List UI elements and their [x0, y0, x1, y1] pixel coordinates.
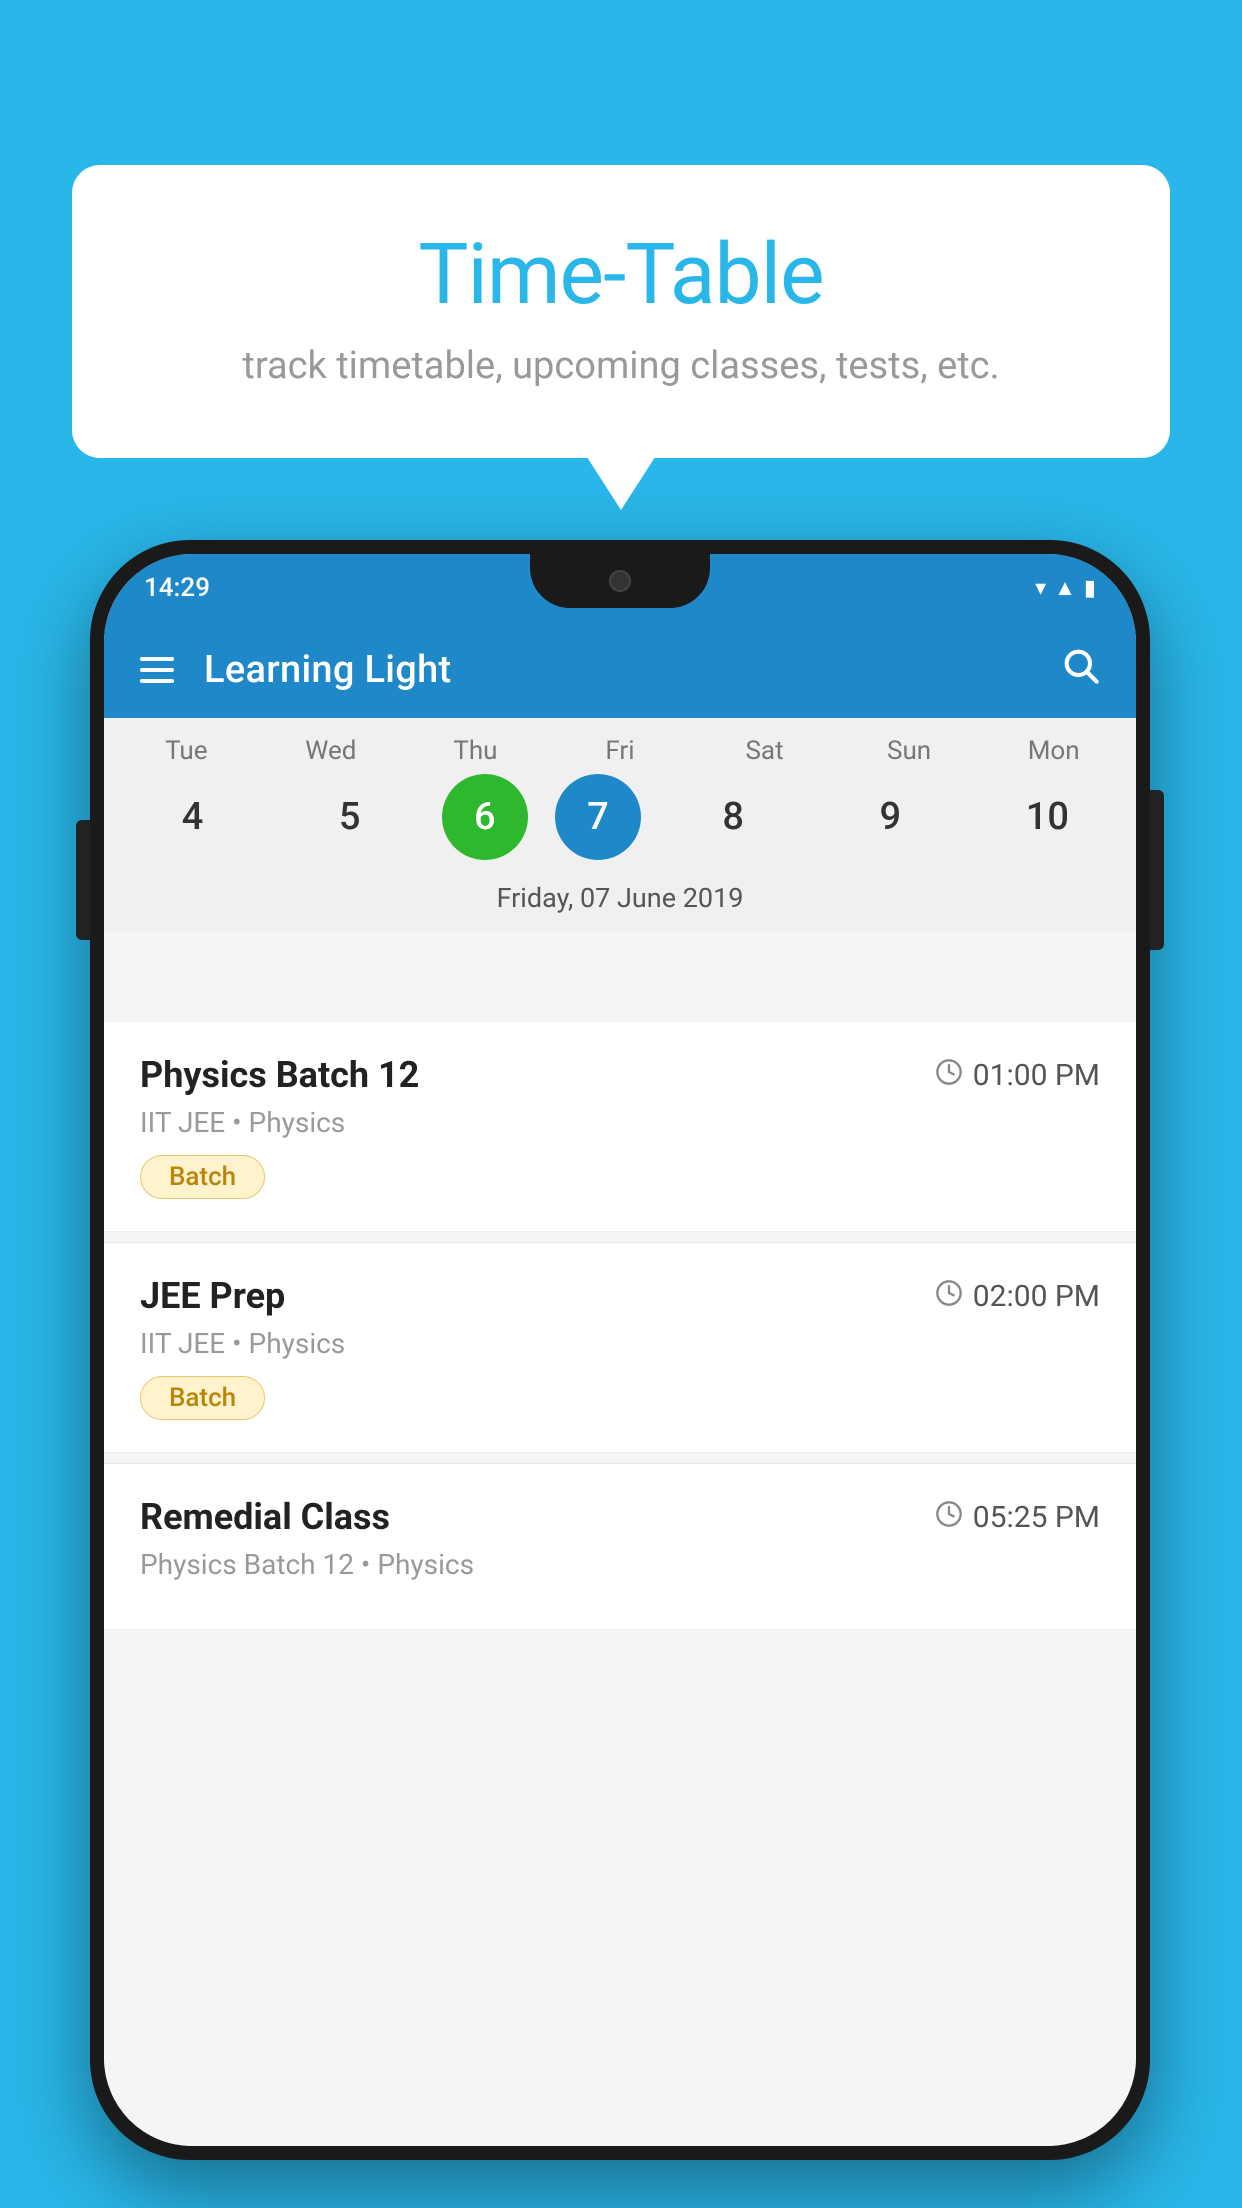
phone-outer: 14:29 ▾ ▲ ▮ Learning Light [90, 540, 1150, 2160]
event-time-3: 05:25 PM [935, 1500, 1100, 1535]
event-header-2: JEE Prep 02:00 PM [140, 1275, 1100, 1317]
event-card-1[interactable]: Physics Batch 12 01:00 PM IIT JEE • P [104, 1022, 1136, 1232]
date-8[interactable]: 8 [668, 774, 798, 860]
event-header-3: Remedial Class 05:25 PM [140, 1496, 1100, 1538]
battery-icon: ▮ [1084, 576, 1096, 601]
menu-button[interactable] [140, 657, 174, 683]
date-5[interactable]: 5 [285, 774, 415, 860]
tooltip-card: Time-Table track timetable, upcoming cla… [72, 165, 1170, 458]
event-time-text-3: 05:25 PM [973, 1500, 1100, 1535]
camera [609, 570, 631, 592]
date-10[interactable]: 10 [982, 774, 1112, 860]
dates-row: 4 5 6 7 8 9 10 [104, 770, 1136, 874]
event-time-1: 01:00 PM [935, 1058, 1100, 1093]
calendar-strip: Tue Wed Thu Fri Sat Sun Mon 4 5 6 7 8 9 … [104, 718, 1136, 932]
event-header-1: Physics Batch 12 01:00 PM [140, 1054, 1100, 1096]
day-fri: Fri [555, 736, 685, 766]
clock-icon-2 [935, 1279, 963, 1314]
batch-badge-1: Batch [140, 1155, 265, 1199]
event-name-2: JEE Prep [140, 1275, 285, 1317]
clock-icon-3 [935, 1500, 963, 1535]
day-wed: Wed [266, 736, 396, 766]
day-tue: Tue [121, 736, 251, 766]
event-category-3: Physics Batch 12 • Physics [140, 1548, 1100, 1581]
day-sun: Sun [844, 736, 974, 766]
event-category-2: IIT JEE • Physics [140, 1327, 1100, 1360]
search-button[interactable] [1060, 645, 1100, 695]
event-card-2[interactable]: JEE Prep 02:00 PM IIT JEE • Physics [104, 1243, 1136, 1453]
event-time-2: 02:00 PM [935, 1279, 1100, 1314]
signal-icon: ▲ [1054, 575, 1076, 601]
status-time: 14:29 [144, 573, 210, 603]
day-sat: Sat [700, 736, 830, 766]
date-4[interactable]: 4 [128, 774, 258, 860]
event-category-1: IIT JEE • Physics [140, 1106, 1100, 1139]
status-icons: ▾ ▲ ▮ [1035, 575, 1096, 601]
day-mon: Mon [989, 736, 1119, 766]
tooltip-title: Time-Table [152, 225, 1090, 324]
notch [530, 554, 710, 608]
status-bar: 14:29 ▾ ▲ ▮ [104, 554, 1136, 622]
events-list: Physics Batch 12 01:00 PM IIT JEE • P [104, 1022, 1136, 2146]
event-time-text-2: 02:00 PM [973, 1279, 1100, 1314]
day-thu: Thu [410, 736, 540, 766]
event-time-text-1: 01:00 PM [973, 1058, 1100, 1093]
event-card-3[interactable]: Remedial Class 05:25 PM Physics Batch [104, 1464, 1136, 1630]
date-7-selected[interactable]: 7 [555, 774, 641, 860]
phone-screen: 14:29 ▾ ▲ ▮ Learning Light [104, 554, 1136, 2146]
event-name-3: Remedial Class [140, 1496, 390, 1538]
phone-mockup: 14:29 ▾ ▲ ▮ Learning Light [90, 540, 1150, 2160]
batch-badge-2: Batch [140, 1376, 265, 1420]
wifi-icon: ▾ [1035, 576, 1046, 601]
selected-date-label: Friday, 07 June 2019 [104, 874, 1136, 932]
app-bar: Learning Light [104, 622, 1136, 718]
days-row: Tue Wed Thu Fri Sat Sun Mon [104, 718, 1136, 770]
date-9[interactable]: 9 [825, 774, 955, 860]
app-title: Learning Light [204, 648, 1030, 692]
clock-icon-1 [935, 1058, 963, 1093]
event-name-1: Physics Batch 12 [140, 1054, 419, 1096]
date-6-today[interactable]: 6 [442, 774, 528, 860]
tooltip-subtitle: track timetable, upcoming classes, tests… [152, 344, 1090, 388]
